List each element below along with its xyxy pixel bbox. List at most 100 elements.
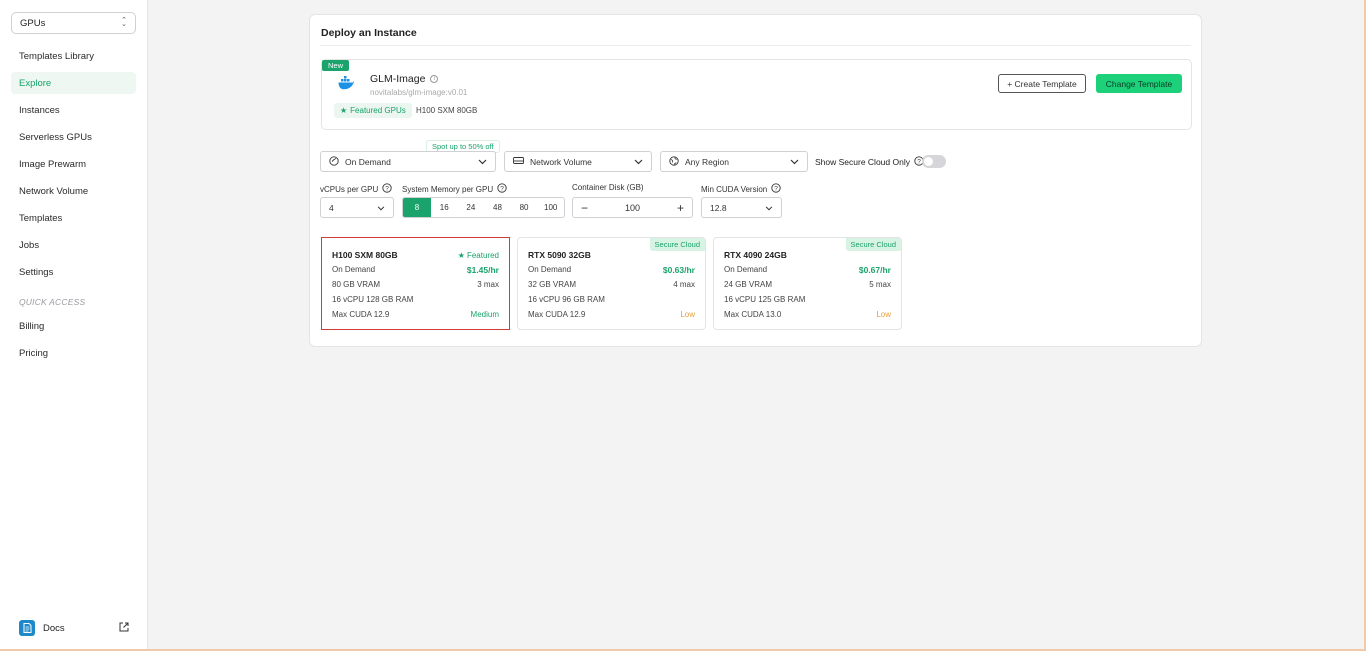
gpu-max: 5 max: [869, 280, 891, 289]
help-icon[interactable]: ?: [771, 183, 781, 195]
gpu-max: 3 max: [477, 280, 499, 289]
gpu-availability: Medium: [470, 310, 499, 319]
sidebar-item-label: Explore: [19, 77, 52, 89]
memory-label: System Memory per GPU ?: [402, 183, 507, 195]
sidebar-item-settings[interactable]: Settings: [11, 261, 136, 283]
template-name: GLM-Image i: [370, 73, 439, 85]
sidebar-item-templates[interactable]: Templates: [11, 207, 136, 229]
secure-cloud-toggle[interactable]: [922, 155, 946, 168]
vcpu-select[interactable]: 4: [320, 197, 394, 218]
chevron-down-icon: [765, 203, 773, 213]
change-template-button[interactable]: Change Template: [1096, 74, 1182, 93]
sidebar-item-instances[interactable]: Instances: [11, 99, 136, 121]
vcpu-label: vCPUs per GPU ?: [320, 183, 392, 195]
gpu-card-h100[interactable]: H100 SXM 80GB ★ Featured On Demand $1.45/…: [321, 237, 510, 330]
memory-option-8[interactable]: 8: [403, 198, 431, 217]
chevron-down-icon: [478, 157, 487, 167]
disk-value[interactable]: 100: [625, 203, 640, 213]
gpu-specs: 16 vCPU 125 GB RAM: [724, 295, 806, 304]
gpu-specs: 16 vCPU 96 GB RAM: [528, 295, 605, 304]
secure-cloud-filter-label: Show Secure Cloud Only ?: [815, 156, 924, 168]
gpu-billing: On Demand: [528, 265, 572, 274]
external-link-icon: [119, 622, 129, 634]
gpu-price: $0.67/hr: [858, 265, 891, 275]
sidebar-item-explore[interactable]: Explore: [11, 72, 136, 94]
docs-link[interactable]: Docs: [19, 620, 129, 636]
svg-text:?: ?: [917, 158, 921, 165]
star-icon: ★: [457, 250, 465, 260]
gpu-cuda: Max CUDA 12.9: [332, 310, 390, 319]
gpu-vram: 80 GB VRAM: [332, 280, 381, 289]
billing-dropdown[interactable]: On Demand: [320, 151, 496, 172]
new-badge: New: [322, 60, 350, 71]
help-icon[interactable]: ?: [497, 183, 507, 195]
sidebar-item-label: Settings: [19, 266, 54, 278]
docs-label: Docs: [43, 622, 65, 634]
gpu-cuda: Max CUDA 12.9: [528, 310, 586, 319]
cuda-select[interactable]: 12.8: [701, 197, 782, 218]
quick-access-heading: QUICK ACCESS: [19, 297, 86, 307]
gpu-name: RTX 4090 24GB: [724, 250, 787, 260]
docker-logo-icon: [338, 76, 354, 90]
document-icon: [19, 620, 35, 636]
featured-gpus-chip: ★ Featured GPUs: [334, 103, 412, 118]
region-dropdown[interactable]: Any Region: [660, 151, 808, 172]
featured-tag: ★ Featured: [458, 250, 499, 260]
memory-option-16[interactable]: 16: [431, 198, 458, 217]
divider: [320, 45, 1191, 46]
sidebar-item-jobs[interactable]: Jobs: [11, 234, 136, 256]
template-name-text: GLM-Image: [370, 73, 426, 85]
memory-option-80[interactable]: 80: [511, 198, 538, 217]
memory-option-24[interactable]: 24: [458, 198, 485, 217]
cuda-label: Min CUDA Version ?: [701, 183, 781, 195]
product-selector[interactable]: GPUs ⌃ ⌄: [11, 12, 136, 34]
gpu-name: H100 SXM 80GB: [332, 250, 398, 260]
volume-dropdown[interactable]: Network Volume: [504, 151, 652, 172]
page-title: Deploy an Instance: [321, 27, 417, 39]
minus-icon[interactable]: −: [581, 201, 588, 215]
template-image-path: novitalabs/glm-image:v0.01: [370, 88, 468, 97]
cuda-value: 12.8: [710, 202, 727, 213]
disk-stepper: − 100 +: [572, 197, 693, 218]
sidebar-item-pricing[interactable]: Pricing: [11, 342, 136, 364]
star-icon: ★: [340, 106, 348, 115]
sidebar-item-label: Serverless GPUs: [19, 131, 92, 143]
sidebar-item-network-volume[interactable]: Network Volume: [11, 180, 136, 202]
gpu-name: RTX 5090 32GB: [528, 250, 591, 260]
sidebar-item-templates-library[interactable]: Templates Library: [11, 45, 136, 67]
disk-label-text: Container Disk (GB): [572, 183, 644, 192]
featured-gpu-name: H100 SXM 80GB: [416, 106, 478, 115]
vcpu-label-text: vCPUs per GPU: [320, 184, 379, 194]
gpu-billing: On Demand: [332, 265, 376, 274]
gpu-card-rtx4090[interactable]: Secure Cloud RTX 4090 24GB On Demand $0.…: [713, 237, 902, 330]
gpu-billing: On Demand: [724, 265, 768, 274]
billing-value: On Demand: [345, 156, 391, 167]
help-icon[interactable]: ?: [382, 183, 392, 195]
sidebar-item-label: Templates Library: [19, 50, 94, 62]
featured-tag-label: Featured: [466, 250, 499, 260]
gpu-price: $0.63/hr: [662, 265, 695, 275]
secure-cloud-label-text: Show Secure Cloud Only: [815, 157, 910, 167]
sidebar-item-billing[interactable]: Billing: [11, 315, 136, 337]
sidebar-item-label: Billing: [19, 320, 45, 332]
deploy-panel: Deploy an Instance New GLM-Image i novit…: [309, 14, 1202, 347]
plus-icon[interactable]: +: [677, 201, 684, 215]
chevron-down-icon: [377, 203, 385, 213]
info-icon[interactable]: i: [430, 75, 439, 83]
gpu-availability: Low: [876, 310, 891, 319]
create-template-button[interactable]: + Create Template: [998, 74, 1086, 93]
globe-icon: [669, 155, 679, 168]
svg-text:?: ?: [774, 185, 778, 192]
gpu-price: $1.45/hr: [466, 265, 499, 275]
gpu-card-rtx5090[interactable]: Secure Cloud RTX 5090 32GB On Demand $0.…: [517, 237, 706, 330]
memory-option-group: 8 16 24 48 80 100: [402, 197, 565, 218]
sidebar-item-image-prewarm[interactable]: Image Prewarm: [11, 153, 136, 175]
memory-option-100[interactable]: 100: [537, 198, 564, 217]
memory-option-48[interactable]: 48: [484, 198, 511, 217]
storage-icon: [513, 156, 524, 167]
sidebar-item-serverless-gpus[interactable]: Serverless GPUs: [11, 126, 136, 148]
region-value: Any Region: [685, 156, 729, 167]
updown-chevron-icon: ⌃ ⌄: [121, 17, 127, 28]
sidebar-item-label: Templates: [19, 212, 63, 224]
gpu-availability: Low: [680, 310, 695, 319]
